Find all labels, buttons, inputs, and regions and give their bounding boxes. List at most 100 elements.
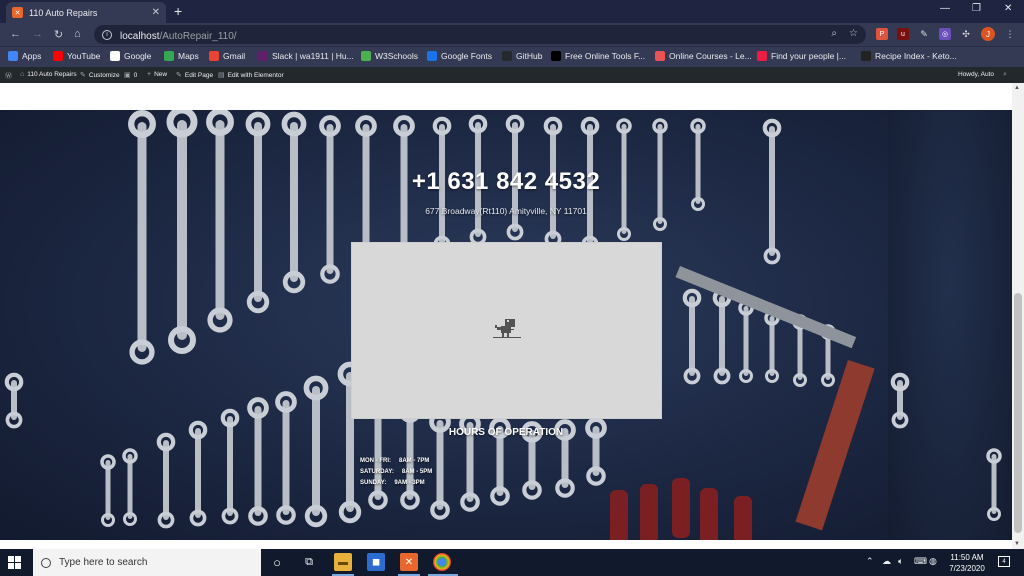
wp-search-icon[interactable]: ⌕ bbox=[1003, 71, 1007, 79]
bookmark-item[interactable]: Google bbox=[110, 51, 151, 61]
wp-edit-elementor[interactable]: ▤ Edit with Elementor bbox=[218, 71, 284, 80]
wp-comments[interactable]: ▣ 0 bbox=[124, 71, 137, 80]
tray-chevron-icon[interactable]: ⌃ bbox=[866, 556, 874, 567]
bookmark-item[interactable]: Find your people |... bbox=[757, 51, 846, 61]
search-placeholder: Type here to search bbox=[59, 557, 148, 568]
keyboard-icon[interactable]: ⌨ bbox=[914, 556, 927, 567]
bookmark-item[interactable]: W3Schools bbox=[361, 51, 418, 61]
clock-date: 7/23/2020 bbox=[949, 564, 985, 573]
reload-icon[interactable]: ↻ bbox=[54, 28, 63, 41]
hours-row: MON - FRI: 8AM - 7PM bbox=[360, 458, 430, 464]
scroll-up-icon[interactable]: ▲ bbox=[1014, 85, 1020, 91]
network-globe-icon[interactable]: ◍ bbox=[929, 556, 937, 567]
elementor-icon: ▤ bbox=[218, 72, 225, 79]
screwdriver-handle-decoration bbox=[672, 478, 690, 538]
extensions-puzzle-icon[interactable]: ✣ bbox=[960, 28, 972, 40]
hours-row: SATURDAY: 8AM - 5PM bbox=[360, 469, 433, 475]
wrench-decoration bbox=[712, 288, 732, 385]
bookmark-label: GitHub bbox=[516, 51, 543, 61]
xampp-favicon-icon: ✕ bbox=[12, 7, 23, 18]
window-close-icon[interactable]: ✕ bbox=[1004, 3, 1012, 14]
chrome-icon[interactable] bbox=[433, 553, 451, 571]
wrench-decoration bbox=[690, 118, 706, 211]
notification-center-icon[interactable]: 4 bbox=[998, 556, 1010, 567]
page-header-area bbox=[0, 83, 1012, 110]
plus-icon: + bbox=[147, 71, 152, 78]
wp-customize[interactable]: ✎ Customize bbox=[80, 71, 120, 80]
tab-title: 110 Auto Repairs bbox=[29, 7, 98, 18]
back-icon[interactable]: ← bbox=[10, 28, 21, 40]
wp-admin-bar: Ⓦ ⌂ 110 Auto Repairs ✎ Customize ▣ 0 + New ✎… bbox=[0, 67, 1024, 83]
bookmark-item[interactable]: Free Online Tools F... bbox=[551, 51, 645, 61]
browser-toolbar: ← → ↻ ⌂ i localhost/AutoRepair_110/ ⌕ ☆ … bbox=[0, 23, 1024, 46]
wrench-decoration bbox=[986, 448, 1002, 521]
bookmark-label: Google Fonts bbox=[441, 51, 493, 61]
wrench-decoration bbox=[247, 397, 269, 526]
file-explorer-icon[interactable]: ▬ bbox=[334, 553, 352, 571]
google-fonts-icon bbox=[427, 51, 437, 61]
scrollbar-thumb[interactable] bbox=[1014, 293, 1022, 533]
windows-start-icon[interactable] bbox=[8, 556, 21, 569]
home-icon[interactable]: ⌂ bbox=[74, 28, 81, 40]
bookmark-item[interactable]: Slack | wa1911 | Hu... bbox=[258, 51, 354, 61]
wrench-decoration bbox=[319, 115, 341, 284]
store-icon[interactable]: ◼ bbox=[367, 553, 385, 571]
forward-icon[interactable]: → bbox=[32, 28, 43, 40]
address-bar[interactable]: i localhost/AutoRepair_110/ ⌕ ☆ bbox=[94, 25, 866, 44]
bookmark-label: Find your people |... bbox=[771, 51, 846, 61]
bookmark-label: W3Schools bbox=[375, 51, 418, 61]
minimize-icon[interactable]: — bbox=[940, 3, 950, 14]
wp-howdy[interactable]: Howdy, Auto bbox=[958, 71, 994, 78]
scroll-down-icon[interactable]: ▼ bbox=[1014, 541, 1020, 547]
new-tab-icon[interactable]: + bbox=[174, 3, 182, 19]
bookmark-item[interactable]: Google Fonts bbox=[427, 51, 492, 61]
phone-number[interactable]: +1 631 842 4532 bbox=[356, 168, 656, 196]
wp-new[interactable]: + New bbox=[147, 71, 167, 78]
maximize-icon[interactable]: ❐ bbox=[972, 3, 981, 14]
wordpress-logo-icon[interactable]: Ⓦ bbox=[5, 71, 12, 81]
bookmark-item[interactable]: Apps bbox=[8, 51, 41, 61]
gmail-icon bbox=[209, 51, 219, 61]
maps-icon bbox=[164, 51, 174, 61]
bookmark-item[interactable]: Gmail bbox=[209, 51, 245, 61]
bookmark-label: YouTube bbox=[67, 51, 101, 61]
extension-pen-icon[interactable]: ✎ bbox=[918, 28, 930, 40]
wrench-decoration bbox=[281, 111, 307, 294]
taskbar-search[interactable]: Type here to search bbox=[33, 549, 261, 576]
extension-purple-icon[interactable]: ◎ bbox=[939, 28, 951, 40]
github-icon bbox=[502, 51, 512, 61]
bookmark-label: Maps bbox=[178, 51, 199, 61]
map-embed-placeholder[interactable] bbox=[351, 242, 662, 419]
chrome-menu-icon[interactable]: ⋮ bbox=[1004, 28, 1016, 40]
browser-tab[interactable]: ✕ 110 Auto Repairs ✕ bbox=[6, 2, 166, 23]
browser-tab-strip: ✕ 110 Auto Repairs ✕ + — ❐ ✕ bbox=[0, 0, 1024, 23]
extension-ublock-icon[interactable]: u bbox=[897, 28, 909, 40]
page-scrollbar[interactable]: ▲ ▼ bbox=[1012, 83, 1024, 550]
hours-list: MON - FRI: 8AM - 7PM SATURDAY: 8AM - 5PM S… bbox=[360, 456, 432, 489]
wrench-decoration bbox=[220, 408, 240, 525]
wrench-decoration bbox=[206, 110, 234, 333]
bookmark-item[interactable]: GitHub bbox=[502, 51, 542, 61]
bookmark-item[interactable]: Online Courses - Le... bbox=[655, 51, 752, 61]
zoom-search-icon[interactable]: ⌕ bbox=[831, 28, 837, 39]
task-view-icon[interactable]: ⧉ bbox=[300, 553, 318, 571]
volume-muted-icon[interactable]: 🔈︎ bbox=[898, 556, 903, 567]
taskbar-clock[interactable]: 11:50 AM 7/23/2020 bbox=[945, 552, 989, 574]
bookmark-item[interactable]: Maps bbox=[164, 51, 199, 61]
wrench-decoration bbox=[762, 118, 782, 265]
site-info-icon[interactable]: i bbox=[102, 29, 112, 40]
wp-edit-page[interactable]: ✎ Edit Page bbox=[176, 71, 213, 80]
xampp-icon[interactable]: ✕ bbox=[400, 553, 418, 571]
bookmark-star-icon[interactable]: ☆ bbox=[849, 28, 858, 39]
close-tab-icon[interactable]: ✕ bbox=[152, 7, 160, 18]
cortana-icon[interactable]: ○ bbox=[268, 553, 286, 571]
bookmark-item[interactable]: YouTube bbox=[53, 51, 100, 61]
offline-dino-icon bbox=[493, 319, 521, 338]
weather-cloud-icon[interactable]: ☁ bbox=[882, 556, 891, 567]
wp-site-name[interactable]: ⌂ 110 Auto Repairs bbox=[20, 71, 77, 78]
profile-avatar[interactable]: J bbox=[981, 27, 995, 41]
bookmark-item[interactable]: Recipe Index - Keto... bbox=[861, 51, 957, 61]
extension-pocket-icon[interactable]: P bbox=[876, 28, 888, 40]
google-icon bbox=[110, 51, 120, 61]
pencil-icon: ✎ bbox=[176, 72, 182, 79]
